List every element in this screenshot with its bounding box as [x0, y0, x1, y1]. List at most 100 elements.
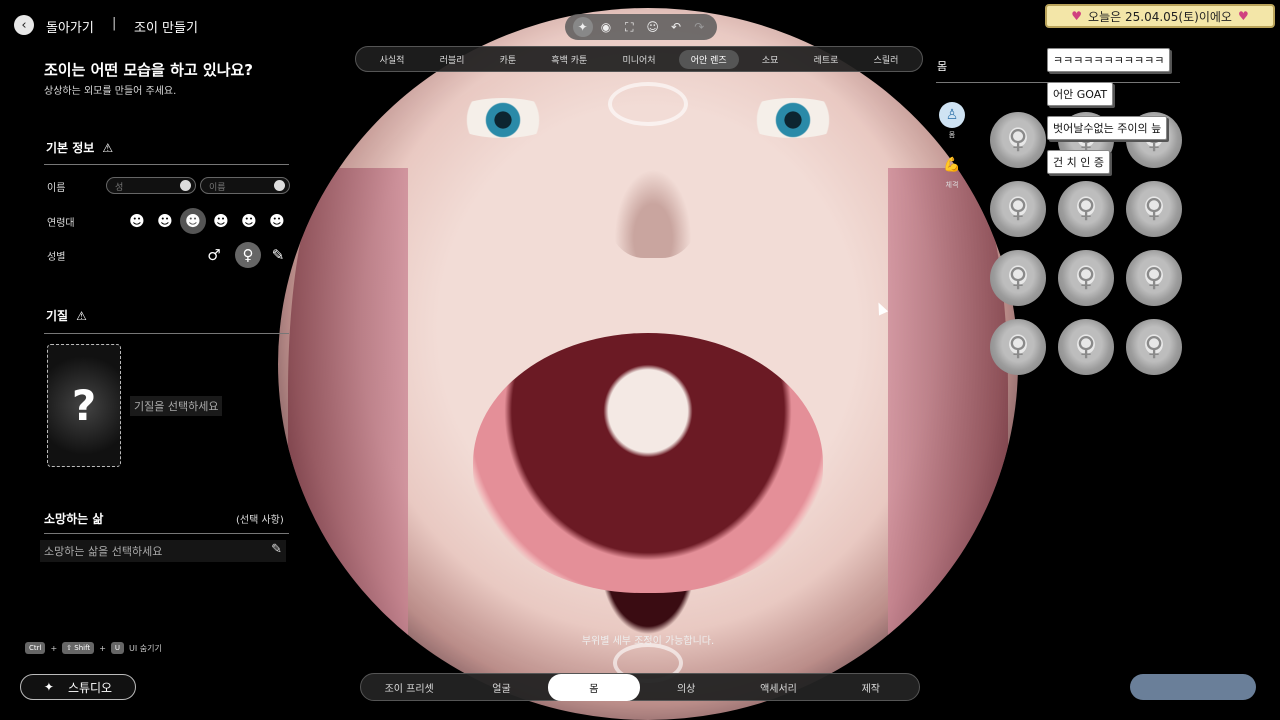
surname-input[interactable]: 성 — [106, 177, 196, 194]
redo-icon[interactable]: ↷ — [689, 17, 709, 37]
male-icon[interactable]: ♂ — [201, 242, 227, 268]
style-tab[interactable]: 스릴러 — [862, 50, 911, 69]
female-icon[interactable]: ♀ — [235, 242, 261, 268]
plus-sign: + — [99, 643, 106, 653]
temperament-card[interactable]: ? — [47, 344, 121, 467]
style-tab[interactable]: 미니어처 — [610, 50, 667, 69]
body-preset-thumb[interactable]: ♀ — [990, 319, 1046, 375]
name-placeholder: 이름 — [209, 183, 226, 193]
frame-icon[interactable]: ⛶ — [619, 17, 639, 37]
body-panel-title: 몸 — [937, 60, 948, 73]
age-senior-icon[interactable]: ☻ — [264, 208, 290, 234]
viewport-toolbar: ✦ ◉ ⛶ ☺ ↶ ↷ — [565, 14, 717, 40]
hide-ui-shortcut: Ctrl + ⇧ Shift + U UI 숨기기 — [25, 642, 162, 654]
age-child-icon[interactable]: ☻ — [124, 208, 150, 234]
age-student-icon[interactable]: ☻ — [152, 208, 178, 234]
right-eye — [738, 98, 848, 138]
back-button[interactable]: ‹ — [14, 15, 34, 35]
character-viewport[interactable]: 부위별 세부 조정이 가능합니다. — [278, 8, 1018, 720]
bottom-tab[interactable]: 액세서리 — [732, 674, 824, 701]
nose — [608, 158, 698, 258]
basic-info-label: 기본 정보 — [46, 141, 95, 155]
ctrl-key: Ctrl — [25, 642, 46, 654]
surname-placeholder: 성 — [115, 183, 124, 193]
bottom-tab[interactable]: 의상 — [640, 674, 732, 701]
warning-icon: ⚠ — [102, 140, 114, 155]
gender-label: 성별 — [47, 252, 66, 263]
magic-wand-icon: ✦ — [43, 680, 54, 694]
question-title: 조이는 어떤 모습을 하고 있나요? — [44, 61, 253, 79]
body-preset-thumb[interactable]: ♀ — [990, 112, 1046, 168]
edit-gender-icon[interactable]: ✎ — [265, 242, 291, 268]
bottom-tab[interactable]: 얼굴 — [455, 674, 547, 701]
bottom-nav: 조이 프리셋 얼굴 몸 의상 액세서리 제작 — [360, 673, 920, 701]
basic-info-title: 기본 정보 ⚠ — [46, 139, 113, 156]
bottom-tab[interactable]: 조이 프리셋 — [363, 674, 455, 701]
page-title: 조이 만들기 — [134, 21, 198, 36]
body-preset-thumb[interactable]: ♀ — [990, 250, 1046, 306]
temperament-title: 기질 ⚠ — [46, 307, 87, 324]
style-tab[interactable]: 러블리 — [428, 50, 477, 69]
arm-icon: 💪 — [943, 157, 961, 173]
back-label[interactable]: 돌아가기 — [46, 17, 94, 36]
undo-icon[interactable]: ↶ — [666, 17, 686, 37]
body-preset-thumb[interactable]: ♀ — [1058, 181, 1114, 237]
bottom-tab[interactable]: 제작 — [825, 674, 917, 701]
chat-message: 벗어날수없는 주이의 늪 — [1047, 116, 1168, 140]
random-dice-icon[interactable] — [180, 180, 191, 191]
heart-icon: ♥ — [1237, 9, 1249, 23]
style-tabs: 사실적 러블리 카툰 흑백 카툰 미니어처 어안 렌즈 소묘 레트로 스릴러 — [355, 46, 923, 72]
style-tab[interactable]: 카툰 — [488, 50, 529, 69]
warning-icon: ⚠ — [76, 308, 87, 323]
adjust-handle-top[interactable] — [608, 82, 688, 126]
sparkle-icon[interactable]: ✦ — [572, 17, 593, 37]
body-preset-thumb[interactable]: ♀ — [1126, 250, 1182, 306]
age-label: 연령대 — [47, 218, 75, 229]
style-tab[interactable]: 레트로 — [802, 50, 851, 69]
side-tab-body[interactable]: ♙ 몸 — [937, 102, 967, 140]
u-key: U — [110, 642, 125, 654]
camera-icon[interactable]: ◉ — [596, 17, 616, 37]
bottom-tab[interactable]: 몸 — [547, 673, 640, 701]
age-young-adult-icon[interactable]: ☻ — [180, 208, 206, 234]
open-mouth — [473, 333, 823, 593]
body-preset-thumb[interactable]: ♀ — [1058, 250, 1114, 306]
chat-message: ㅋㅋㅋㅋㅋㅋㅋㅋㅋㅋㅋ — [1047, 48, 1171, 72]
name-label: 이름 — [47, 183, 66, 194]
shift-key: ⇧ Shift — [62, 642, 95, 654]
style-tab[interactable]: 어안 렌즈 — [678, 49, 739, 69]
wish-title: 소망하는 삶 — [44, 512, 104, 526]
body-preset-thumb[interactable]: ♀ — [1126, 319, 1182, 375]
question-subtitle: 상상하는 외모를 만들어 주세요. — [44, 86, 177, 97]
style-tab[interactable]: 사실적 — [368, 50, 417, 69]
body-preset-thumb[interactable]: ♀ — [1126, 181, 1182, 237]
wish-optional: (선택 사항) — [236, 515, 284, 526]
side-tab-build[interactable]: 💪 체격 — [937, 152, 967, 190]
side-tab-label: 몸 — [948, 131, 956, 139]
style-tab[interactable]: 흑백 카툰 — [539, 50, 599, 69]
studio-button[interactable]: ✦ 스튜디오 — [20, 674, 136, 700]
face-frame-icon[interactable]: ☺ — [643, 17, 663, 37]
edit-icon[interactable]: ✎ — [271, 542, 282, 557]
header-separator: | — [112, 16, 117, 31]
name-input[interactable]: 이름 — [200, 177, 290, 194]
wish-placeholder: 소망하는 삶을 선택하세요 — [44, 545, 163, 558]
body-preset-thumb[interactable]: ♀ — [990, 181, 1046, 237]
make-button[interactable] — [1130, 674, 1256, 700]
style-tab[interactable]: 소묘 — [750, 50, 791, 69]
chat-message: 건 치 인 증 — [1047, 150, 1110, 174]
wish-select[interactable]: 소망하는 삶을 선택하세요 ✎ — [40, 540, 286, 562]
body-icon: ♙ — [939, 102, 965, 128]
divider — [44, 164, 289, 165]
temperament-hint: 기질을 선택하세요 — [130, 396, 223, 416]
body-preset-thumb[interactable]: ♀ — [1058, 319, 1114, 375]
chat-message: 어안 GOAT — [1047, 82, 1114, 106]
chevron-left-icon: ‹ — [21, 17, 27, 33]
shortcut-label: UI 숨기기 — [129, 643, 162, 653]
heart-icon: ♥ — [1071, 9, 1083, 23]
viewport-hint: 부위별 세부 조정이 가능합니다. — [581, 636, 715, 647]
random-dice-icon[interactable] — [274, 180, 285, 191]
age-middle-icon[interactable]: ☻ — [236, 208, 262, 234]
left-eye — [448, 98, 558, 138]
age-adult-icon[interactable]: ☻ — [208, 208, 234, 234]
